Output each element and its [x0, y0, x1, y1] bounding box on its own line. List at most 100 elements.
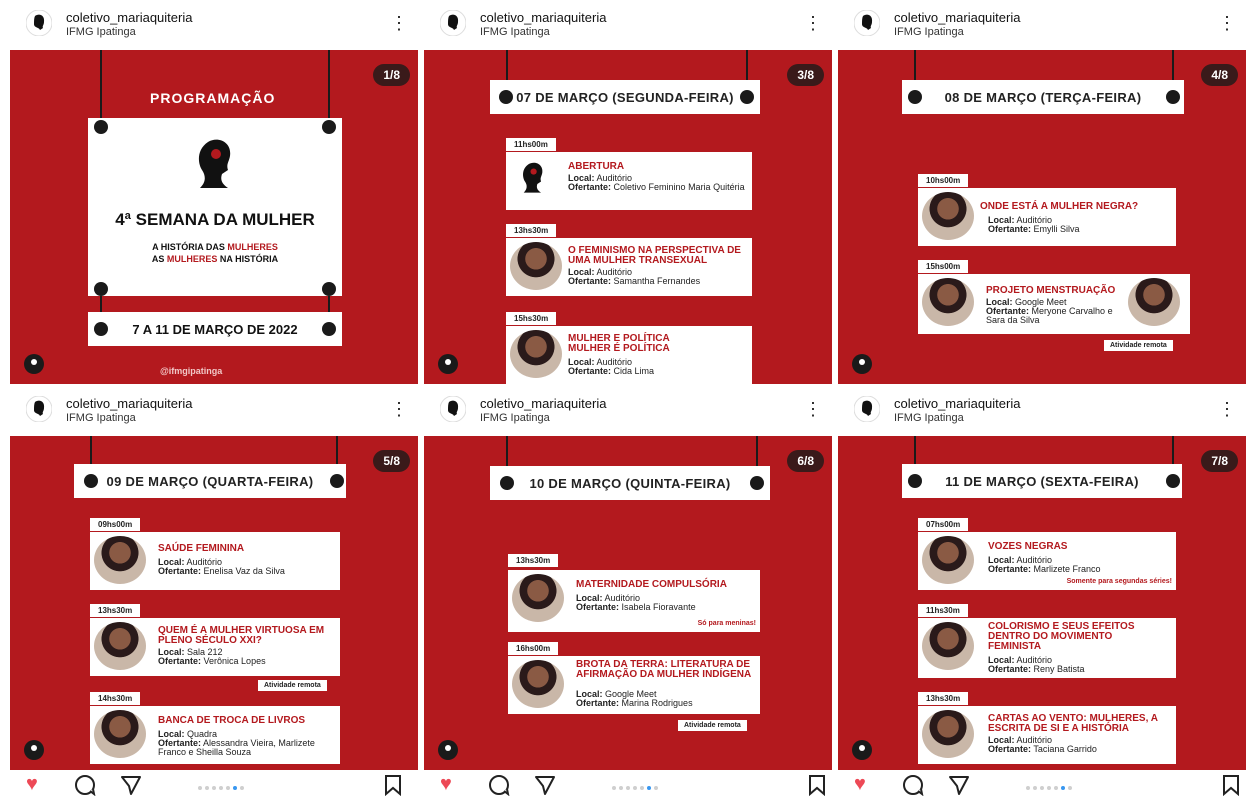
remote-activity-tag: Atividade remota [678, 720, 747, 731]
account-username[interactable]: coletivo_mariaquiteria [894, 10, 1020, 25]
more-options-icon[interactable]: ⋮ [390, 14, 408, 32]
speaker-photo [922, 192, 974, 240]
event-title: BROTA DA TERRA: LITERATURA DE AFIRMAÇÃO … [576, 659, 752, 680]
event-time: 07hs00m [918, 518, 969, 531]
event-time: 13hs30m [90, 604, 141, 617]
post-header: coletivo_mariaquiteria IFMG Ipatinga ⋮ [424, 386, 832, 436]
tagged-user-icon[interactable] [438, 740, 458, 760]
tagged-user-icon[interactable] [438, 354, 458, 374]
more-options-icon[interactable]: ⋮ [1218, 400, 1236, 418]
post-6: coletivo_mariaquiteria IFMG Ipatinga ⋮ 7… [838, 386, 1246, 770]
account-location[interactable]: IFMG Ipatinga [480, 26, 550, 38]
account-username[interactable]: coletivo_mariaquiteria [894, 396, 1020, 411]
account-avatar-icon[interactable] [26, 396, 52, 422]
post-header: coletivo_mariaquiteria IFMG Ipatinga ⋮ [10, 386, 418, 436]
speaker-photo [94, 536, 146, 584]
post-actions: ♥ [424, 768, 832, 802]
tagged-user-icon[interactable] [24, 740, 44, 760]
carousel-slide[interactable]: 3/8 07 DE MARÇO (SEGUNDA-FEIRA) 11hs00m … [424, 50, 832, 384]
account-location[interactable]: IFMG Ipatinga [480, 412, 550, 424]
account-location[interactable]: IFMG Ipatinga [894, 26, 964, 38]
bookmark-icon[interactable] [384, 774, 402, 796]
more-options-icon[interactable]: ⋮ [1218, 14, 1236, 32]
poster-title: 4ª SEMANA DA MULHER [115, 210, 315, 229]
speaker-photo [922, 278, 974, 326]
event-title: SAÚDE FEMININA [158, 543, 245, 554]
bookmark-icon[interactable] [1222, 774, 1240, 796]
event-card: PROJETO MENSTRUAÇÃO Local: Google Meet O… [918, 274, 1190, 334]
slide-counter: 5/8 [373, 450, 410, 472]
account-username[interactable]: coletivo_mariaquiteria [66, 396, 192, 411]
account-location[interactable]: IFMG Ipatinga [66, 412, 136, 424]
event-time: 10hs00m [918, 174, 969, 187]
event-card: BROTA DA TERRA: LITERATURA DE AFIRMAÇÃO … [508, 656, 760, 714]
post-5: coletivo_mariaquiteria IFMG Ipatinga ⋮ 6… [424, 386, 832, 770]
event-title: VOZES NEGRAS [988, 541, 1068, 552]
tagged-user-icon[interactable] [852, 354, 872, 374]
tagged-user-icon[interactable] [24, 354, 44, 374]
day-banner: 09 DE MARÇO (QUARTA-FEIRA) [74, 464, 346, 498]
comment-icon[interactable] [74, 774, 96, 796]
carousel-slide[interactable]: 7/8 11 DE MARÇO (SEXTA-FEIRA) 07hs00m VO… [838, 436, 1246, 770]
event-card: COLORISMO E SEUS EFEITOS DENTRO DO MOVIM… [918, 618, 1176, 678]
instagram-handle: @ifmgipatinga [160, 366, 223, 376]
account-avatar-icon[interactable] [854, 10, 880, 36]
carousel-slide[interactable]: 6/8 10 DE MARÇO (QUINTA-FEIRA) 13hs30m M… [424, 436, 832, 770]
heart-icon[interactable]: ♥ [440, 774, 452, 794]
speaker-photo [512, 574, 564, 622]
event-time: 16hs00m [508, 642, 559, 655]
event-ofertante: Ofertante: Samantha Fernandes [568, 276, 701, 286]
action-bars: ♥ ♥ ♥ [0, 768, 1252, 802]
send-icon[interactable] [948, 774, 970, 796]
event-title: PROJETO MENSTRUAÇÃO [986, 285, 1116, 296]
carousel-slide[interactable]: 5/8 09 DE MARÇO (QUARTA-FEIRA) 09hs00m S… [10, 436, 418, 770]
event-time: 15hs00m [918, 260, 969, 273]
account-avatar-icon[interactable] [440, 10, 466, 36]
event-ofertante: Ofertante: Taciana Garrido [988, 744, 1097, 754]
post-2: coletivo_mariaquiteria IFMG Ipatinga ⋮ 3… [424, 0, 832, 384]
carousel-slide[interactable]: 4/8 08 DE MARÇO (TERÇA-FEIRA) 10hs00m ON… [838, 50, 1246, 384]
more-options-icon[interactable]: ⋮ [804, 400, 822, 418]
day-banner: 07 DE MARÇO (SEGUNDA-FEIRA) [490, 80, 760, 114]
event-card: ABERTURA Local: Auditório Ofertante: Col… [506, 152, 752, 210]
event-card: O FEMINISMO NA PERSPECTIVA DE UMA MULHER… [506, 238, 752, 296]
event-poster: 4ª SEMANA DA MULHER A HISTÓRIA DAS MULHE… [88, 118, 342, 296]
speaker-photo [922, 622, 974, 670]
send-icon[interactable] [120, 774, 142, 796]
program-heading: PROGRAMAÇÃO [150, 90, 276, 106]
date-banner: 7 A 11 DE MARÇO DE 2022 [88, 312, 342, 346]
send-icon[interactable] [534, 774, 556, 796]
comment-icon[interactable] [902, 774, 924, 796]
heart-icon[interactable]: ♥ [26, 774, 38, 794]
speaker-photo [94, 710, 146, 758]
carousel-slide[interactable]: 1/8 PROGRAMAÇÃO 4ª SEMANA DA MULHER A HI… [10, 50, 418, 384]
carousel-indicator [198, 786, 244, 790]
account-location[interactable]: IFMG Ipatinga [66, 26, 136, 38]
event-ofertante: Ofertante: Meryone Carvalho e Sara da Si… [986, 306, 1113, 325]
event-ofertante: Ofertante: Coletivo Feminino Maria Quité… [568, 182, 745, 192]
event-card: MATERNIDADE COMPULSÓRIA Local: Auditório… [508, 570, 760, 632]
more-options-icon[interactable]: ⋮ [804, 14, 822, 32]
account-username[interactable]: coletivo_mariaquiteria [66, 10, 192, 25]
post-3: coletivo_mariaquiteria IFMG Ipatinga ⋮ 4… [838, 0, 1246, 384]
account-avatar-icon[interactable] [440, 396, 466, 422]
event-title: QUEM É A MULHER VIRTUOSA EM PLENO SÉCULO… [158, 625, 325, 646]
event-time: 14hs30m [90, 692, 141, 705]
account-username[interactable]: coletivo_mariaquiteria [480, 396, 606, 411]
comment-icon[interactable] [488, 774, 510, 796]
speaker-photo [510, 330, 562, 378]
event-ofertante: Ofertante: Enelisa Vaz da Silva [158, 566, 285, 576]
more-options-icon[interactable]: ⋮ [390, 400, 408, 418]
event-title: O FEMINISMO NA PERSPECTIVA DE UMA MULHER… [568, 245, 741, 266]
bookmark-icon[interactable] [808, 774, 826, 796]
instagram-post-grid: coletivo_mariaquiteria IFMG Ipatinga ⋮ 1… [0, 0, 1252, 802]
tagged-user-icon[interactable] [852, 740, 872, 760]
day-banner: 11 DE MARÇO (SEXTA-FEIRA) [902, 464, 1182, 498]
account-location[interactable]: IFMG Ipatinga [894, 412, 964, 424]
account-avatar-icon[interactable] [26, 10, 52, 36]
day-banner: 08 DE MARÇO (TERÇA-FEIRA) [902, 80, 1184, 114]
account-username[interactable]: coletivo_mariaquiteria [480, 10, 606, 25]
remote-activity-tag: Atividade remota [1104, 340, 1173, 351]
heart-icon[interactable]: ♥ [854, 774, 866, 794]
account-avatar-icon[interactable] [854, 396, 880, 422]
